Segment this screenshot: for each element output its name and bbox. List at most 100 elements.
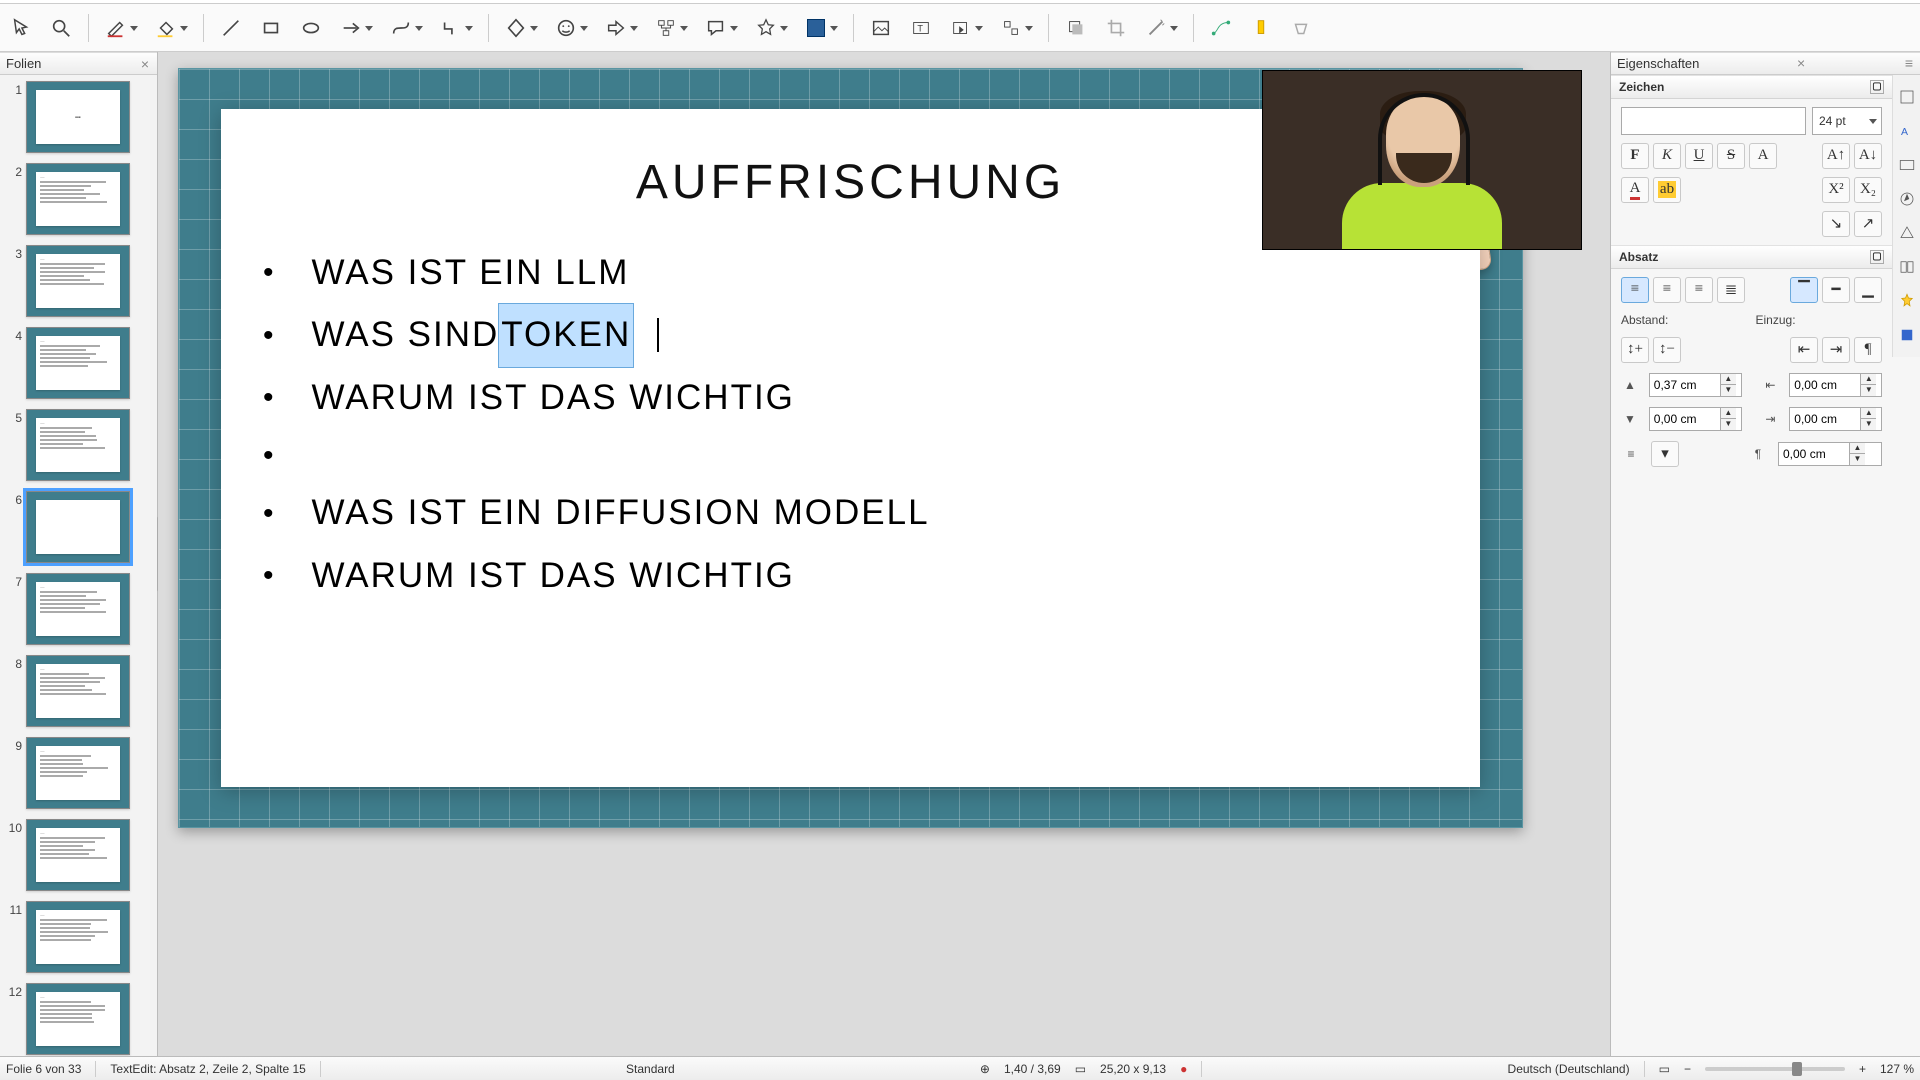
close-icon[interactable]: × [1795,55,1807,71]
space-above-input[interactable]: ▲▼ [1649,373,1742,397]
underline-button[interactable]: U [1685,143,1713,169]
arrow-tool[interactable] [334,11,378,45]
slide-bullet[interactable] [257,429,1444,482]
spacing-decrease-button[interactable]: ↕− [1653,337,1681,363]
3d-tool[interactable] [799,11,843,45]
zoom-in-button[interactable]: + [1859,1062,1866,1076]
star-tool[interactable] [749,11,793,45]
expand-icon[interactable]: ▢ [1870,80,1884,94]
character-section-header[interactable]: Zeichen ▢ [1611,75,1892,99]
hanging-indent-button[interactable]: ¶ [1854,337,1882,363]
zoom-out-button[interactable]: − [1684,1062,1691,1076]
block-arrows-tool[interactable] [599,11,643,45]
line-tool[interactable] [214,11,248,45]
slide-bullet[interactable]: WARUM IST DAS WICHTIG [257,545,1444,607]
status-zoom[interactable]: 127 % [1880,1062,1914,1076]
slide-thumb-1[interactable]: 1■■■ [2,81,157,153]
zoom-tool[interactable] [44,11,78,45]
spacing-increase-button[interactable]: ↕+ [1621,337,1649,363]
italic-button[interactable]: K [1653,143,1681,169]
font-size-input[interactable]: 24 pt [1812,107,1882,135]
select-tool[interactable] [4,11,38,45]
indent-left-input[interactable]: ▲▼ [1789,373,1882,397]
fill-color-tool[interactable] [149,11,193,45]
valign-bottom-button[interactable]: ▁ [1854,277,1882,303]
curve-tool[interactable] [384,11,428,45]
valign-top-button[interactable]: ▔ [1790,277,1818,303]
space-below-input[interactable]: ▲▼ [1649,407,1742,431]
slide-thumb-9[interactable]: 9── [2,737,157,809]
callout-tool[interactable] [699,11,743,45]
line-spacing-button[interactable]: ▾ [1651,441,1679,467]
zoom-slider[interactable] [1705,1067,1845,1071]
font-name-input[interactable] [1621,107,1806,135]
subscript-button[interactable]: X₂ [1854,177,1882,203]
expand-icon[interactable]: ▢ [1870,250,1884,264]
first-line-indent-input[interactable]: ▲▼ [1778,442,1882,466]
increase-kerning-button[interactable]: ↗ [1854,211,1882,237]
paragraph-section-header[interactable]: Absatz ▢ [1611,245,1892,269]
insert-object-tool[interactable] [994,11,1038,45]
connector-tool[interactable] [434,11,478,45]
slide-thumb-7[interactable]: 7── [2,573,157,645]
slide-bullet[interactable]: WAS IST EIN DIFFUSION MODELL [257,482,1444,544]
slide-bullet[interactable]: WAS SIND TOKEN [257,304,1444,366]
slide-thumb-8[interactable]: 8── [2,655,157,727]
indent-right-input[interactable]: ▲▼ [1789,407,1882,431]
align-right-button[interactable]: ≡ [1685,277,1713,303]
shapes-tab-icon[interactable] [1897,223,1917,243]
valign-middle-button[interactable]: ━ [1822,277,1850,303]
align-center-button[interactable]: ≡ [1653,277,1681,303]
slide-thumb-10[interactable]: 10── [2,819,157,891]
insert-textbox-tool[interactable]: T [904,11,938,45]
crop-tool[interactable] [1099,11,1133,45]
master-slides-tab-icon[interactable] [1897,325,1917,345]
slide-thumb-2[interactable]: 2── [2,163,157,235]
superscript-button[interactable]: X² [1822,177,1850,203]
insert-image-tool[interactable] [864,11,898,45]
align-left-button[interactable]: ≡ [1621,277,1649,303]
extrusion-tool[interactable] [1284,11,1318,45]
styles-tab-icon[interactable]: A [1897,121,1917,141]
slide-thumb-11[interactable]: 11── [2,901,157,973]
slide-thumb-4[interactable]: 4── [2,327,157,399]
indent-decrease-button[interactable]: ⇤ [1790,337,1818,363]
strike-button[interactable]: S [1717,143,1745,169]
line-color-tool[interactable] [99,11,143,45]
symbol-shapes-tool[interactable] [549,11,593,45]
filter-tool[interactable] [1139,11,1183,45]
grow-font-button[interactable]: A↑ [1822,143,1850,169]
slide-thumb-3[interactable]: 3── [2,245,157,317]
menu-icon[interactable]: ≡ [1903,55,1914,71]
slide-thumb-5[interactable]: 5── [2,409,157,481]
slide-thumbnail-list[interactable]: 1■■■2──3──4──5──67──8──9──10──11──12──13… [0,75,157,1056]
indent-increase-button[interactable]: ⇥ [1822,337,1850,363]
slide-bullet[interactable]: WAS IST EIN LLM [257,242,1444,304]
basic-shapes-tool[interactable] [499,11,543,45]
points-tool[interactable] [1204,11,1238,45]
align-justify-button[interactable]: ≣ [1717,277,1745,303]
font-color-button[interactable]: A [1621,177,1649,203]
animation-tab-icon[interactable] [1897,291,1917,311]
decrease-kerning-button[interactable]: ↘ [1822,211,1850,237]
shadow-text-button[interactable]: A [1749,143,1777,169]
ellipse-tool[interactable] [294,11,328,45]
rect-tool[interactable] [254,11,288,45]
close-icon[interactable]: × [139,56,151,72]
slide-bullet[interactable]: WARUM IST DAS WICHTIG [257,367,1444,429]
slide-transition-tab-icon[interactable] [1897,257,1917,277]
flowchart-tool[interactable] [649,11,693,45]
fit-page-icon[interactable]: ▭ [1659,1062,1670,1076]
gluepoints-tool[interactable] [1244,11,1278,45]
bold-button[interactable]: F [1621,143,1649,169]
highlight-button[interactable]: ab [1653,177,1681,203]
slide-thumb-12[interactable]: 12── [2,983,157,1055]
slide-thumb-6[interactable]: 6 [2,491,157,563]
insert-media-tool[interactable] [944,11,988,45]
slide-body[interactable]: WAS IST EIN LLMWAS SIND TOKENWARUM IST D… [221,210,1480,627]
gallery-tab-icon[interactable] [1897,155,1917,175]
shadow-tool[interactable] [1059,11,1093,45]
properties-tab-icon[interactable] [1897,87,1917,107]
navigator-tab-icon[interactable] [1897,189,1917,209]
shrink-font-button[interactable]: A↓ [1854,143,1882,169]
